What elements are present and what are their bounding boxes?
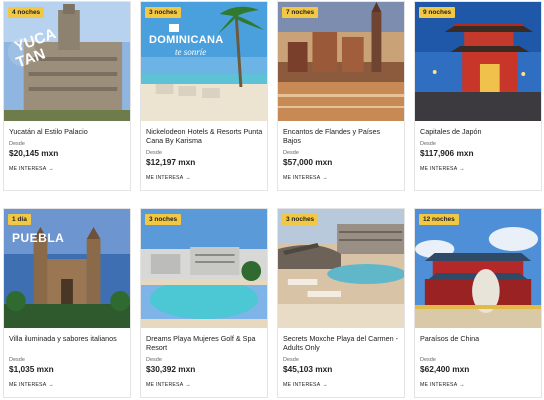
more-info-link[interactable]: ME INTERESA → xyxy=(146,175,263,181)
package-image[interactable]: DOMINICANA te sonríe 3 noches xyxy=(141,2,267,121)
price-prefix: Desde xyxy=(283,357,299,363)
price-prefix: Desde xyxy=(420,141,436,147)
package-image[interactable]: 3 noches xyxy=(278,209,404,328)
more-info-link[interactable]: ME INTERESA → xyxy=(9,166,126,172)
more-info-link[interactable]: ME INTERESA → xyxy=(283,175,400,181)
package-card[interactable]: 9 noches Capitales de Japón Desde $117,9… xyxy=(414,1,542,191)
image-caption: te sonríe xyxy=(175,47,207,57)
arrow-right-icon: → xyxy=(185,175,191,181)
package-price: $45,103 mxn xyxy=(283,364,333,374)
arrow-right-icon: → xyxy=(185,382,191,388)
package-image[interactable]: PUEBLA 1 día xyxy=(4,209,130,328)
more-info-label: ME INTERESA xyxy=(283,382,321,388)
nights-badge: 12 noches xyxy=(419,214,459,225)
package-card[interactable]: 12 noches Paraísos de China Desde $62,40… xyxy=(414,208,542,398)
price-prefix: Desde xyxy=(146,357,162,363)
package-image[interactable]: 7 noches xyxy=(278,2,404,121)
more-info-link[interactable]: ME INTERESA → xyxy=(146,382,263,388)
package-title[interactable]: Paraísos de China xyxy=(420,334,537,343)
nights-badge: 3 noches xyxy=(145,7,182,18)
nights-badge: 1 día xyxy=(8,214,31,225)
package-price: $12,197 mxn xyxy=(146,157,196,167)
package-price: $62,400 mxn xyxy=(420,364,470,374)
more-info-label: ME INTERESA xyxy=(420,382,458,388)
packages-grid: YUCA TAN 4 noches Yucatán al Estilo Pala… xyxy=(0,0,544,400)
more-info-link[interactable]: ME INTERESA → xyxy=(283,382,400,388)
nights-badge: 7 noches xyxy=(282,7,319,18)
package-price: $30,392 mxn xyxy=(146,364,196,374)
more-info-link[interactable]: ME INTERESA → xyxy=(420,166,537,172)
package-title[interactable]: Nickelodeon Hotels & Resorts Punta Cana … xyxy=(146,127,263,145)
more-info-label: ME INTERESA xyxy=(420,166,458,172)
package-card[interactable]: DOMINICANA te sonríe 3 noches Nickelodeo… xyxy=(140,1,268,191)
price-prefix: Desde xyxy=(9,357,25,363)
image-caption: PUEBLA xyxy=(12,231,65,245)
more-info-label: ME INTERESA xyxy=(146,382,184,388)
more-info-label: ME INTERESA xyxy=(9,166,47,172)
arrow-right-icon: → xyxy=(459,166,465,172)
package-card[interactable]: 7 noches Encantos de Flandes y Países Ba… xyxy=(277,1,405,191)
more-info-label: ME INTERESA xyxy=(9,382,47,388)
price-prefix: Desde xyxy=(420,357,436,363)
package-title[interactable]: Secrets Moxche Playa del Carmen - Adults… xyxy=(283,334,400,352)
price-prefix: Desde xyxy=(146,150,162,156)
more-info-link[interactable]: ME INTERESA → xyxy=(9,382,126,388)
package-title[interactable]: Yucatán al Estilo Palacio xyxy=(9,127,126,136)
package-price: $1,035 mxn xyxy=(9,364,54,374)
nights-badge: 3 noches xyxy=(282,214,319,225)
nights-badge: 4 noches xyxy=(8,7,45,18)
package-card[interactable]: 3 noches Dreams Playa Mujeres Golf & Spa… xyxy=(140,208,268,398)
price-prefix: Desde xyxy=(283,150,299,156)
more-info-link[interactable]: ME INTERESA → xyxy=(420,382,537,388)
more-info-label: ME INTERESA xyxy=(283,175,321,181)
package-title[interactable]: Dreams Playa Mujeres Golf & Spa Resort xyxy=(146,334,263,352)
package-price: $117,906 mxn xyxy=(420,148,474,158)
package-card[interactable]: YUCA TAN 4 noches Yucatán al Estilo Pala… xyxy=(3,1,131,191)
more-info-label: ME INTERESA xyxy=(146,175,184,181)
package-image[interactable]: 9 noches xyxy=(415,2,541,121)
logo-icon xyxy=(169,24,179,32)
package-title[interactable]: Capitales de Japón xyxy=(420,127,537,136)
package-image[interactable]: 3 noches xyxy=(141,209,267,328)
package-image[interactable]: 12 noches xyxy=(415,209,541,328)
package-price: $20,145 mxn xyxy=(9,148,59,158)
nights-badge: 3 noches xyxy=(145,214,182,225)
package-title[interactable]: Villa iluminada y sabores italianos xyxy=(9,334,126,343)
package-title[interactable]: Encantos de Flandes y Países Bajos xyxy=(283,127,400,145)
nights-badge: 9 noches xyxy=(419,7,456,18)
arrow-right-icon: → xyxy=(459,382,465,388)
package-price: $57,000 mxn xyxy=(283,157,333,167)
package-card[interactable]: 3 noches Secrets Moxche Playa del Carmen… xyxy=(277,208,405,398)
arrow-right-icon: → xyxy=(322,382,328,388)
package-image[interactable]: YUCA TAN 4 noches xyxy=(4,2,130,121)
arrow-right-icon: → xyxy=(48,382,54,388)
arrow-right-icon: → xyxy=(48,166,54,172)
package-card[interactable]: PUEBLA 1 día Villa iluminada y sabores i… xyxy=(3,208,131,398)
arrow-right-icon: → xyxy=(322,175,328,181)
image-caption: DOMINICANA xyxy=(149,34,224,46)
price-prefix: Desde xyxy=(9,141,25,147)
